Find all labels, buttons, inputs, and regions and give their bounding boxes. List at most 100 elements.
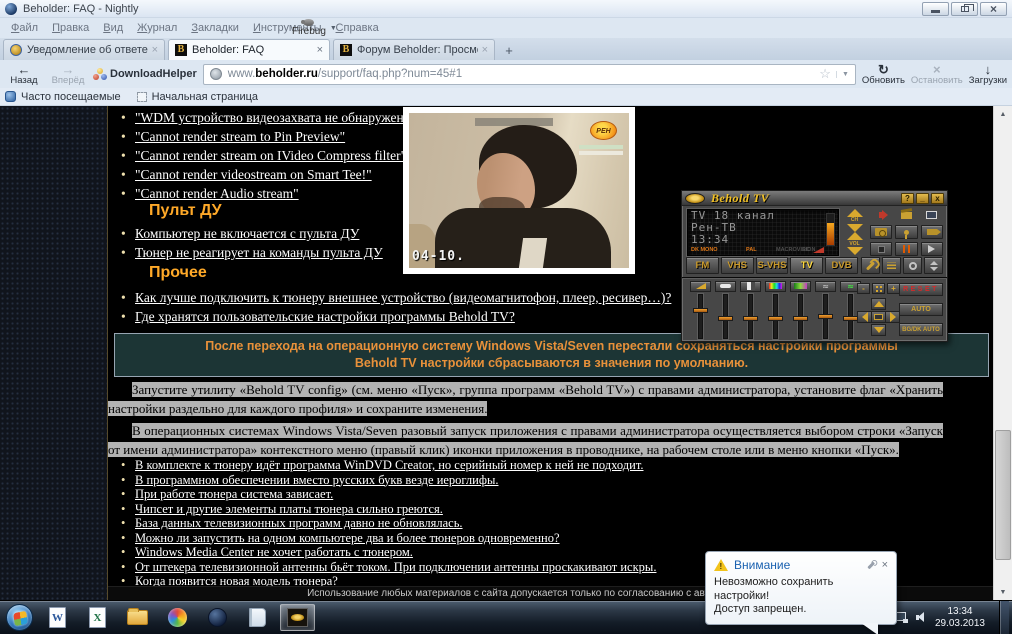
taskbar-excel-button[interactable]: X [80,604,115,631]
reload-button[interactable]: Обновить [862,63,905,86]
slider-track[interactable] [848,294,853,339]
url-bar[interactable]: www.beholder.ru/support/faq.php?num=45#1… [203,64,856,85]
mode-fm-button[interactable]: FM [686,257,719,274]
tab-close-icon[interactable]: × [482,44,488,56]
screen-center-button[interactable] [871,311,886,323]
tab-forum-topic[interactable]: B Форум Beholder: Просмотр темы - ... × [333,39,495,60]
mode-tv-button[interactable]: TV [790,257,823,274]
menu-item[interactable]: Вид [96,19,130,37]
menu-item[interactable]: Файл [4,19,45,37]
mode-dvb-button[interactable]: DVB [825,257,858,274]
downloads-button[interactable]: Загрузки [969,63,1007,86]
volume-up-button[interactable] [847,232,863,240]
volume-slider-button[interactable] [690,281,711,292]
menu-item[interactable]: Журнал [130,19,184,37]
faq-link[interactable]: "WDM устройство видеозахвата не обнаруже… [135,110,420,125]
faq-link[interactable]: "Cannot render stream to Pin Preview" [135,129,345,144]
volume-down-button[interactable] [847,247,863,255]
grid-view-button[interactable] [872,283,885,294]
slider-handle[interactable] [793,316,808,321]
brightness-slider-button[interactable] [715,281,736,292]
bgdk-auto-button[interactable]: BG/DK AUTO [899,323,943,336]
hue-slider-button[interactable] [765,281,786,292]
expand-button[interactable] [924,257,943,274]
site-identity-globe-icon[interactable] [210,68,222,80]
taskbar-browser-button[interactable] [200,604,235,631]
minimize-button[interactable] [922,2,949,16]
reset-button[interactable]: RESET [899,283,943,296]
faq-link[interactable]: Тюнер не реагирует на команды пульта ДУ [135,245,383,260]
saturation-slider-button[interactable] [790,281,811,292]
show-desktop-button[interactable] [999,601,1009,634]
start-button[interactable] [6,604,33,631]
faq-link[interactable]: "Cannot render videostream on Smart Tee!… [135,167,372,182]
stop-playback-button[interactable] [870,242,892,256]
slider-handle[interactable] [693,308,708,313]
faq-link[interactable]: Как лучше подключить к тюнеру внешнее ус… [135,290,671,305]
taskbar-photo-viewer-button[interactable] [160,604,195,631]
menu-item[interactable]: Закладки [184,19,246,37]
scheduler-button[interactable] [895,208,917,222]
auto-button[interactable]: AUTO [899,303,943,316]
contrast-slider-button[interactable] [740,281,761,292]
beholdtv-minimize-button[interactable]: _ [916,193,929,204]
stop-button[interactable]: Остановить [911,63,963,86]
slider-track[interactable] [798,294,803,339]
back-button[interactable]: ← Назад [5,63,43,86]
new-tab-button[interactable]: + [498,41,520,59]
beholdtv-title-bar[interactable]: Behold TV ? _ x [682,191,947,206]
forward-button[interactable]: → Вперёд [49,63,87,86]
display-mode-button[interactable] [921,208,943,222]
taskbar-clock[interactable]: 13:34 29.03.2013 [935,606,985,630]
scrollbar-thumb[interactable] [995,430,1011,560]
snapshot-button[interactable] [870,225,892,239]
tab-close-icon[interactable]: × [317,44,323,56]
scroll-down-button[interactable]: ▼ [994,584,1012,600]
slider-handle[interactable] [768,316,783,321]
slider-track[interactable] [823,294,828,339]
faq-link[interactable]: Чипсет и другие элементы платы тюнера си… [135,502,443,516]
faq-link[interactable]: "Cannot render stream on IVideo Compress… [135,148,406,163]
slider-handle[interactable] [843,316,858,321]
faq-link[interactable]: В программном обеспечении вместо русских… [135,473,498,487]
tab-close-icon[interactable]: × [152,44,158,56]
tab-forum-notification[interactable]: Уведомление об ответе — «При вы... × [3,39,165,60]
faq-link[interactable]: Где хранятся пользовательские настройки … [135,309,515,324]
balloon-settings-icon[interactable] [867,561,874,568]
channel-down-button[interactable] [847,224,863,232]
faq-link[interactable]: База данных телевизионных программ давно… [135,516,463,530]
menu-item[interactable]: Правка [45,19,96,37]
equalizer-button[interactable] [882,257,901,274]
sharpness-slider-button[interactable]: ≈ [815,281,836,292]
faq-link[interactable]: Компьютер не включается с пульта ДУ [135,226,359,241]
firebug-dropdown-icon[interactable]: ▼ [330,25,337,32]
zoom-out-button[interactable]: - [857,283,870,294]
speaker-icon[interactable] [916,612,927,623]
url-dropdown-icon[interactable]: ▼ [836,71,849,78]
close-button[interactable] [980,2,1007,16]
pause-button[interactable] [895,242,917,256]
pan-down-button[interactable] [871,324,886,336]
faq-link[interactable]: При работе тюнера система зависает. [135,487,333,501]
taskbar-notes-button[interactable] [240,604,275,631]
slider-track[interactable] [748,294,753,339]
slider-handle[interactable] [818,314,833,319]
mode-svhs-button[interactable]: S-VHS [756,257,789,274]
bookmark-home[interactable]: Начальная страница [137,91,258,103]
pan-up-button[interactable] [871,298,886,310]
video-record-button[interactable] [921,225,943,239]
mode-vhs-button[interactable]: VHS [721,257,754,274]
firebug-button[interactable]: Firebug [292,19,326,37]
play-button[interactable] [921,242,943,256]
slider-handle[interactable] [718,316,733,321]
taskbar-explorer-button[interactable] [120,604,155,631]
tab-beholder-faq[interactable]: B Beholder: FAQ × [168,39,330,60]
downloadhelper-button[interactable]: DownloadHelper [93,68,197,81]
channel-up-button[interactable] [847,209,863,217]
disc-button[interactable] [903,257,922,274]
faq-link[interactable]: Можно ли запустить на одном компьютере д… [135,531,560,545]
faq-link[interactable]: Windows Media Center не хочет работать с… [135,545,413,559]
faq-link[interactable]: В комплекте к тюнеру идёт программа WinD… [135,458,644,472]
pan-left-button[interactable] [857,311,872,323]
taskbar-beholdtv-button[interactable] [280,604,315,631]
